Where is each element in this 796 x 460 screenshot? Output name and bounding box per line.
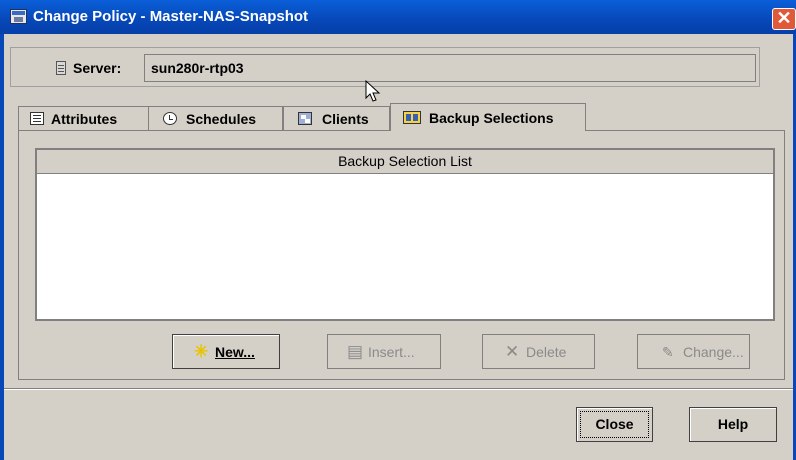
insert-button[interactable]: ▤ Insert...: [327, 334, 441, 369]
help-button[interactable]: Help: [689, 407, 777, 442]
insert-button-label: Insert...: [368, 344, 415, 360]
server-icon: [56, 61, 66, 75]
title-bar[interactable]: Change Policy - Master-NAS-Snapshot ✕: [0, 0, 796, 34]
window-icon: [10, 9, 27, 24]
backup-selections-panel: Backup Selection List ✳ New... ▤ Insert.…: [18, 130, 785, 380]
change-button[interactable]: ✎ Change...: [637, 334, 750, 369]
list-column-header[interactable]: Backup Selection List: [37, 150, 773, 174]
tab-label: Schedules: [186, 111, 257, 127]
delete-icon: ✕: [505, 342, 520, 361]
tab-schedules[interactable]: Schedules: [148, 106, 283, 130]
tab-label: Clients: [322, 111, 369, 127]
clients-icon: [298, 112, 312, 125]
delete-button[interactable]: ✕ Delete: [482, 334, 595, 369]
dialog-divider: [4, 388, 793, 389]
mouse-cursor-icon: [365, 80, 381, 102]
tab-label: Backup Selections: [429, 110, 554, 126]
close-button[interactable]: Close: [576, 407, 653, 442]
close-window-button[interactable]: ✕: [772, 8, 796, 30]
new-button[interactable]: ✳ New...: [172, 334, 280, 369]
change-button-label: Change...: [683, 344, 744, 360]
server-field: sun280r-rtp03: [144, 54, 756, 82]
attributes-icon: [30, 112, 44, 125]
window-border-left: [0, 34, 4, 460]
schedules-icon: [163, 112, 177, 125]
new-button-label: New...: [215, 344, 255, 360]
list-body[interactable]: [37, 174, 773, 319]
tab-backup-selections[interactable]: Backup Selections: [390, 103, 586, 131]
backup-selection-list[interactable]: Backup Selection List: [35, 148, 775, 321]
server-label: Server:: [73, 60, 122, 76]
new-star-icon: ✳: [194, 342, 209, 361]
backup-selections-icon: [403, 111, 421, 124]
tab-clients[interactable]: Clients: [283, 106, 390, 130]
insert-icon: ▤: [347, 342, 364, 361]
server-panel: Server: sun280r-rtp03: [10, 47, 760, 87]
tab-label: Attributes: [51, 111, 118, 127]
tab-attributes[interactable]: Attributes: [18, 106, 149, 130]
change-icon: ✎: [662, 344, 674, 360]
window-title: Change Policy - Master-NAS-Snapshot: [33, 8, 309, 25]
delete-button-label: Delete: [526, 344, 567, 360]
server-value: sun280r-rtp03: [151, 60, 244, 76]
